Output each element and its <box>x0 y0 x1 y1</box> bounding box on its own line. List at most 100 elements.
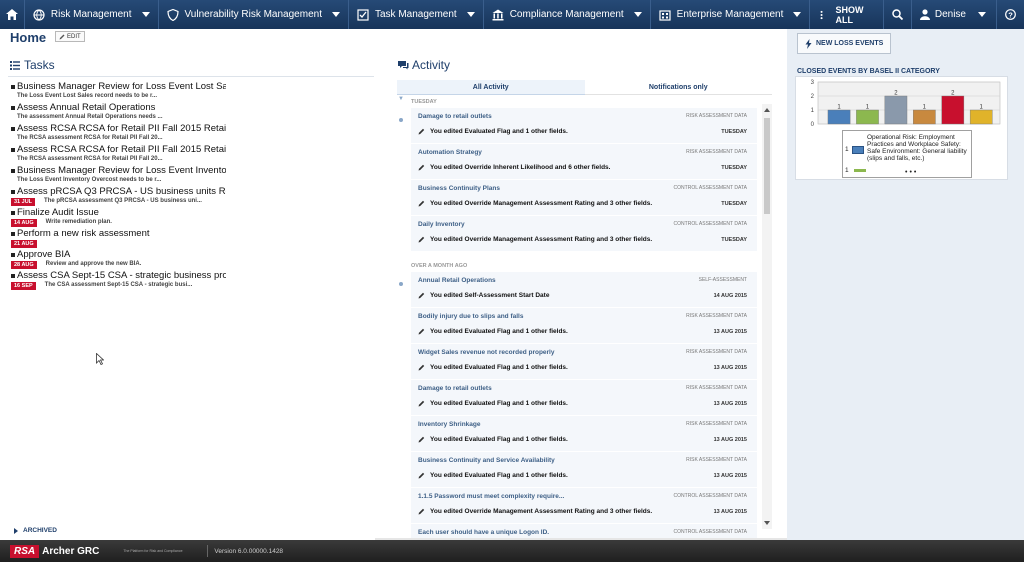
activity-entry-date: 13 AUG 2015 <box>713 509 747 515</box>
task-title[interactable]: Assess pRCSA Q3 PRCSA - US business unit… <box>17 186 226 197</box>
activity-entry[interactable]: Bodily injury due to slips and falls RIS… <box>411 308 757 344</box>
scroll-down-icon[interactable] <box>764 521 770 525</box>
page-title: Home <box>10 30 47 45</box>
chevron-down-icon[interactable] <box>141 12 150 17</box>
activity-entry-type: CONTROL ASSESSMENT DATA <box>673 529 747 535</box>
activity-entry-title[interactable]: 1.1.5 Password must meet complexity requ… <box>418 493 564 500</box>
svg-text:?: ? <box>1008 10 1013 19</box>
archived-toggle[interactable]: ARCHIVED <box>14 527 57 534</box>
task-title[interactable]: Assess RCSA RCSA for Retail PII Fall 201… <box>17 144 226 155</box>
activity-heading-label: Activity <box>412 58 451 72</box>
legend-pager-dots[interactable]: ••• <box>905 169 918 176</box>
timeline-arrow-icon: ▼ <box>398 96 404 102</box>
activity-entry-type: RISK ASSESSMENT DATA <box>686 113 747 119</box>
activity-entry[interactable]: Annual Retail Operations SELF-ASSESSMENT… <box>411 272 757 308</box>
task-subtitle: The assessment Annual Retail Operations … <box>17 114 163 120</box>
edit-button[interactable]: EDIT <box>55 31 85 42</box>
group-label-tuesday: TUESDAY <box>411 99 437 105</box>
search-button[interactable] <box>882 0 911 29</box>
activity-entry-description: You edited Evaluated Flag and 1 other fi… <box>430 400 568 407</box>
task-item[interactable]: Assess RCSA RCSA for Retail PII Fall 201… <box>11 123 226 144</box>
task-item[interactable]: Approve BIA 28 AUG Review and approve the… <box>11 249 226 270</box>
show-all-button[interactable]: SHOW ALL <box>810 0 882 29</box>
activity-entry-description: You edited Self-Assessment Start Date <box>430 292 550 299</box>
task-item[interactable]: Assess Annual Retail Operations The asse… <box>11 102 226 123</box>
nav-risk-management[interactable]: Risk Management <box>25 0 159 29</box>
activity-entry-title[interactable]: Inventory Shrinkage <box>418 421 481 428</box>
legend-entry: 1 <box>845 167 866 174</box>
task-title[interactable]: Assess Annual Retail Operations <box>17 102 155 113</box>
activity-entry-title[interactable]: Damage to retail outlets <box>418 113 492 120</box>
activity-entry-title[interactable]: Business Continuity and Service Availabi… <box>418 457 555 464</box>
task-subtitle: The Loss Event Lost Sales record needs t… <box>17 93 158 99</box>
nav-compliance-management[interactable]: Compliance Management <box>484 0 651 29</box>
task-item[interactable]: Business Manager Review for Loss Event I… <box>11 165 226 186</box>
activity-entry[interactable]: Each user should have a unique Logon ID.… <box>411 524 757 538</box>
due-date-badge: 16 SEP <box>11 281 36 290</box>
scroll-up-icon[interactable] <box>764 108 770 112</box>
activity-entry-description: You edited Evaluated Flag and 1 other fi… <box>430 364 568 371</box>
rsa-logo: RSA <box>10 544 40 558</box>
activity-entry[interactable]: 1.1.5 Password must meet complexity requ… <box>411 488 757 524</box>
activity-entry[interactable]: Damage to retail outlets RISK ASSESSMENT… <box>411 380 757 416</box>
shield-icon <box>166 8 179 21</box>
bar <box>941 95 965 125</box>
task-title[interactable]: Perform a new risk assessment <box>17 228 150 239</box>
task-title[interactable]: Finalize Audit Issue <box>17 207 99 218</box>
pencil-icon <box>418 328 425 335</box>
user-icon <box>919 9 930 20</box>
activity-entry-title[interactable]: Daily Inventory <box>418 221 465 228</box>
pencil-icon <box>418 236 425 243</box>
y-tick-label: 1 <box>811 108 815 114</box>
chevron-down-icon[interactable] <box>466 12 475 17</box>
task-title[interactable]: Assess CSA Sept-15 CSA - strategic busin… <box>17 270 226 281</box>
footer-tagline: The Platform for Risk and Compliance <box>123 549 183 553</box>
nav-enterprise-management[interactable]: Enterprise Management <box>651 0 811 29</box>
nav-label: Risk Management <box>50 9 132 20</box>
activity-entry-title[interactable]: Each user should have a unique Logon ID. <box>418 529 549 536</box>
activity-entry[interactable]: Widget Sales revenue not recorded proper… <box>411 344 757 380</box>
activity-entry-title[interactable]: Automation Strategy <box>418 149 482 156</box>
task-title[interactable]: Assess RCSA RCSA for Retail PII Fall 201… <box>17 123 226 134</box>
pencil-icon <box>418 364 425 371</box>
home-button[interactable] <box>0 0 25 29</box>
tab-all-activity[interactable]: All Activity <box>397 80 585 95</box>
archived-label: ARCHIVED <box>23 527 57 534</box>
activity-entry[interactable]: Automation Strategy RISK ASSESSMENT DATA… <box>411 144 757 180</box>
task-title[interactable]: Business Manager Review for Loss Event I… <box>17 165 226 176</box>
task-item[interactable]: Business Manager Review for Loss Event L… <box>11 81 226 102</box>
chevron-down-icon[interactable] <box>633 12 642 17</box>
chevron-down-icon[interactable] <box>331 12 340 17</box>
scroll-thumb[interactable] <box>764 118 770 214</box>
activity-entry-title[interactable]: Bodily injury due to slips and falls <box>418 313 523 320</box>
task-item[interactable]: Assess pRCSA Q3 PRCSA - US business unit… <box>11 186 226 207</box>
new-loss-events-button[interactable]: NEW LOSS EVENTS <box>797 33 892 54</box>
activity-entry-title[interactable]: Widget Sales revenue not recorded proper… <box>418 349 554 356</box>
nav-task-management[interactable]: Task Management <box>349 0 484 29</box>
activity-scrollbar[interactable] <box>762 104 772 529</box>
bullet-icon <box>11 189 15 194</box>
help-button[interactable]: ? <box>996 0 1024 29</box>
show-all-label: SHOW ALL <box>835 4 864 25</box>
activity-entry-title[interactable]: Damage to retail outlets <box>418 385 492 392</box>
task-item[interactable]: Assess RCSA RCSA for Retail PII Fall 201… <box>11 144 226 165</box>
activity-entry[interactable]: Inventory Shrinkage RISK ASSESSMENT DATA… <box>411 416 757 452</box>
task-item[interactable]: Assess CSA Sept-15 CSA - strategic busin… <box>11 270 226 291</box>
app-window: Risk Management Vulnerability Risk Manag… <box>0 0 1024 562</box>
activity-entry-title[interactable]: Annual Retail Operations <box>418 277 496 284</box>
activity-entry[interactable]: Damage to retail outlets RISK ASSESSMENT… <box>411 108 757 144</box>
activity-entry-title[interactable]: Business Continuity Plans <box>418 185 500 192</box>
task-title[interactable]: Business Manager Review for Loss Event L… <box>17 81 226 92</box>
task-title[interactable]: Approve BIA <box>17 249 70 260</box>
chevron-down-icon[interactable] <box>793 12 802 17</box>
task-item[interactable]: Finalize Audit Issue 14 AUG Write remedia… <box>11 207 226 228</box>
activity-entry[interactable]: Business Continuity and Service Availabi… <box>411 452 757 488</box>
user-menu[interactable]: Denise <box>910 0 996 29</box>
activity-entry-description: You edited Override Inherent Likelihood … <box>430 164 611 171</box>
activity-entry[interactable]: Daily Inventory CONTROL ASSESSMENT DATA … <box>411 216 757 252</box>
activity-feed: ▼ TUESDAY Damage to retail outlets RISK … <box>397 95 772 538</box>
tab-notifications-only[interactable]: Notifications only <box>584 80 772 95</box>
task-item[interactable]: Perform a new risk assessment 21 AUG <box>11 228 226 249</box>
activity-entry[interactable]: Business Continuity Plans CONTROL ASSESS… <box>411 180 757 216</box>
nav-vulnerability-risk-management[interactable]: Vulnerability Risk Management <box>159 0 349 29</box>
